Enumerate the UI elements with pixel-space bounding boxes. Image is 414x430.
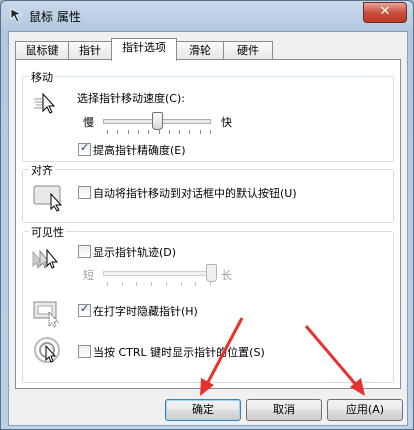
arrow-to-ok-head [200,378,214,396]
tab-pointer-options[interactable]: 指针选项 [111,38,177,61]
annotation-arrows [200,317,365,396]
red-arrow-icons [200,317,365,396]
arrow-to-ok-shaft [204,317,244,387]
arrow-to-apply-shaft [304,325,359,387]
